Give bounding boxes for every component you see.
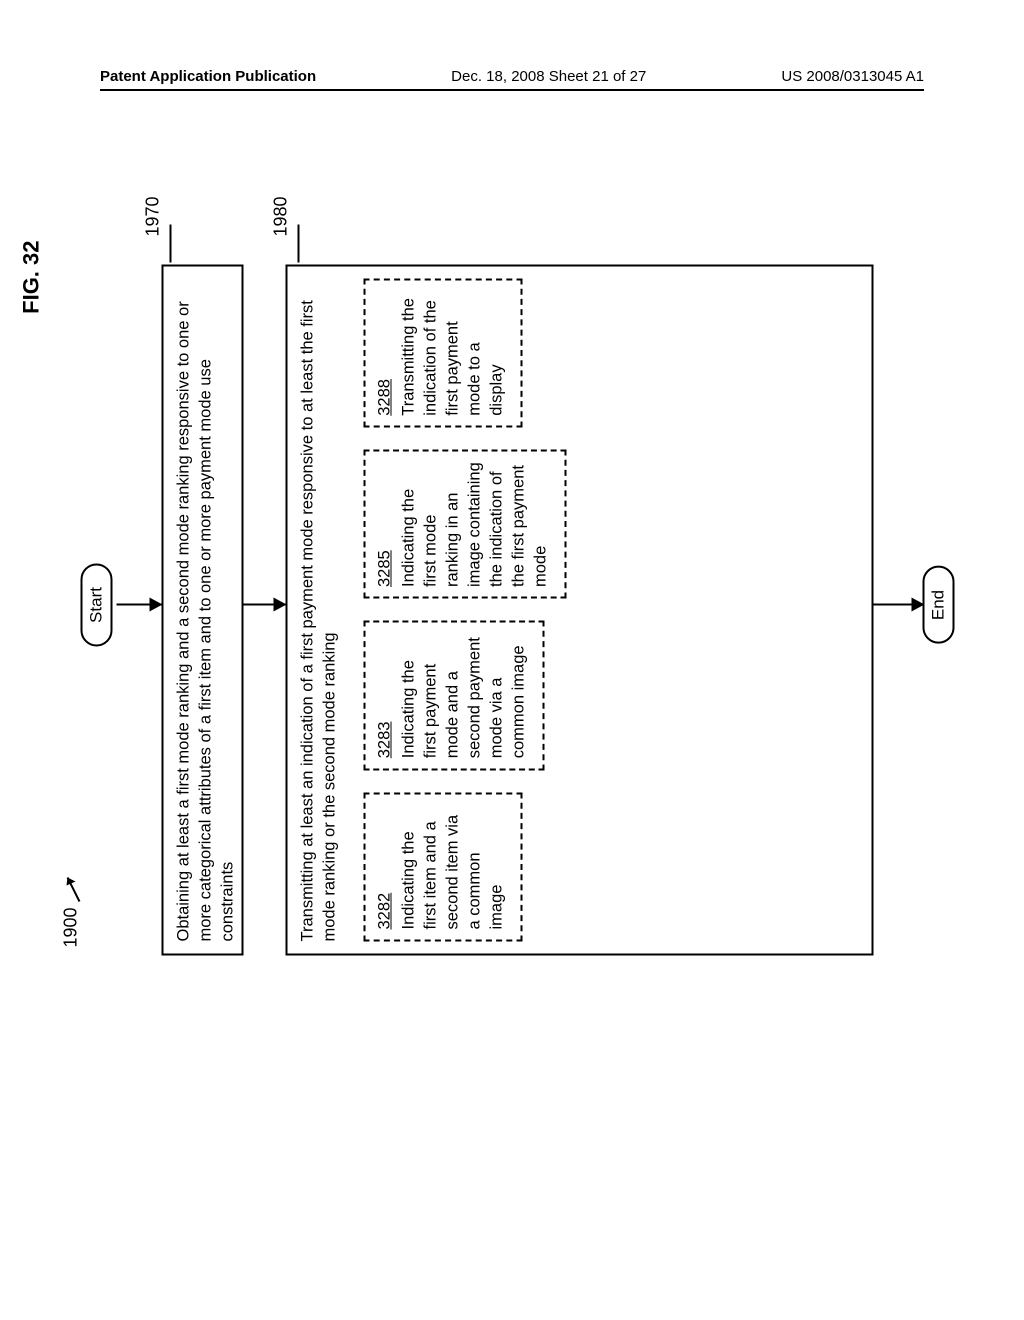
substep-3283-text: Indicating the first payment mode and a … [399, 637, 527, 758]
substep-3285-text: Indicating the first mode ranking in an … [399, 462, 549, 587]
substep-3283: 3283 Indicating the first payment mode a… [364, 621, 545, 770]
substep-3288-text: Transmitting the indication of the first… [399, 298, 505, 416]
header-right: US 2008/0313045 A1 [781, 68, 924, 85]
substep-3285-num: 3285 [375, 550, 397, 587]
substep-3283-num: 3283 [375, 722, 397, 759]
substep-3285: 3285 Indicating the first mode ranking i… [364, 450, 567, 599]
start-node: Start [81, 563, 113, 647]
figure-32: FIG. 32 1900 Start 1970 Obtaining at lea… [53, 223, 953, 988]
flowchart-number: 1900 [61, 907, 82, 947]
step-1980-box: Transmitting at least an indication of a… [286, 265, 874, 956]
ref-1970: 1970 [143, 197, 164, 237]
header-center: Dec. 18, 2008 Sheet 21 of 27 [451, 68, 646, 85]
substep-3282-num: 3282 [375, 893, 397, 930]
sub-steps-container: 3282 Indicating the first item and a sec… [364, 279, 858, 942]
substep-3288: 3288 Transmitting the indication of the … [364, 279, 523, 428]
leader-line [170, 225, 172, 263]
page-header: Patent Application Publication Dec. 18, … [100, 68, 924, 91]
substep-3282: 3282 Indicating the first item and a sec… [364, 792, 523, 941]
leader-line [298, 225, 300, 263]
ref-1980: 1980 [271, 197, 292, 237]
end-node: End [923, 566, 955, 644]
substep-3288-num: 3288 [375, 379, 397, 416]
flowchart-number-arrow-icon [64, 870, 84, 904]
step-1970-text: Obtaining at least a first mode ranking … [175, 301, 237, 941]
figure-label: FIG. 32 [19, 241, 45, 314]
step-1980-intro: Transmitting at least an indication of a… [298, 279, 342, 942]
step-1970-box: Obtaining at least a first mode ranking … [162, 265, 244, 956]
header-left: Patent Application Publication [100, 68, 316, 85]
substep-3282-text: Indicating the first item and a second i… [399, 815, 505, 930]
